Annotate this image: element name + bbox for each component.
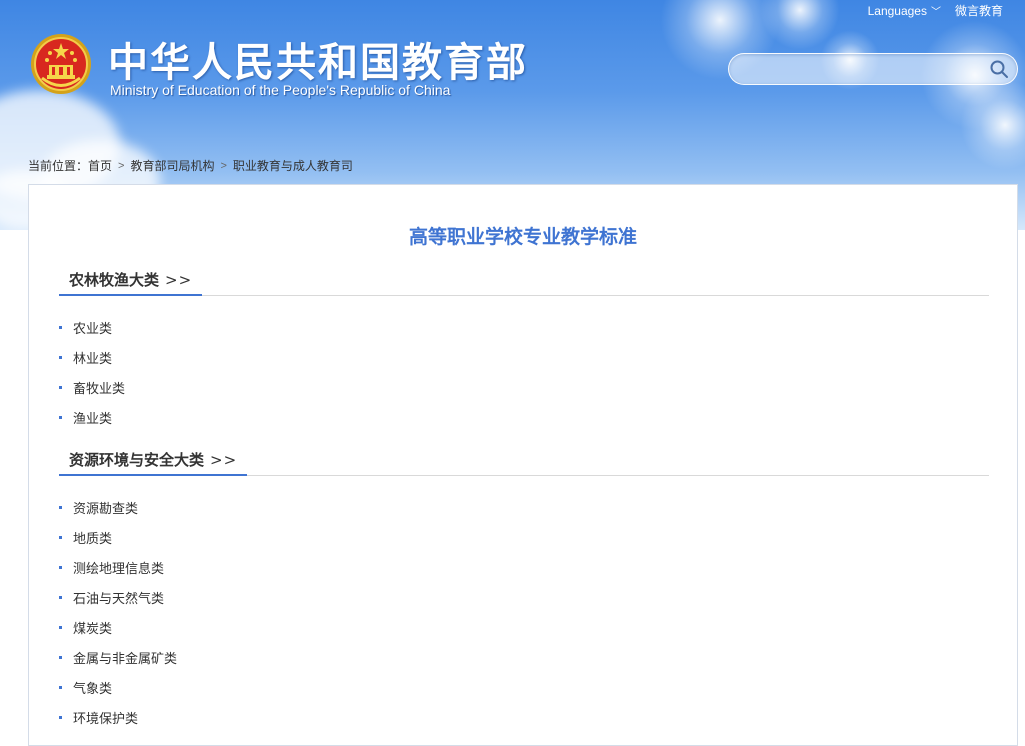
category-link[interactable]: 测绘地理信息类 — [73, 561, 164, 576]
languages-link[interactable]: Languages ﹀ — [868, 3, 941, 18]
list-item: 农业类 — [59, 314, 989, 344]
list-item: 石油与天然气类 — [59, 584, 989, 614]
search-input[interactable] — [741, 59, 985, 81]
section-resources-environment: 资源环境与安全大类 >> 资源勘查类 地质类 测绘地理信息类 石油与天然气类 煤炭… — [59, 449, 989, 734]
bullet-icon — [59, 536, 62, 539]
section-title: 资源环境与安全大类 — [69, 451, 205, 469]
breadcrumb-vocational-education[interactable]: 职业教育与成人教育司 — [233, 157, 353, 174]
category-link[interactable]: 环境保护类 — [73, 711, 138, 726]
bullet-icon — [59, 356, 62, 359]
top-links: Languages ﹀ 微言教育 — [868, 2, 1003, 19]
breadcrumb-prefix: 当前位置： — [28, 159, 89, 173]
breadcrumb-ministry-departments[interactable]: 教育部司局机构 — [130, 157, 214, 174]
chevron-right-icon: > — [118, 159, 125, 172]
section-title-link[interactable]: 农林牧渔大类 >> — [59, 269, 203, 296]
search-box — [728, 53, 1018, 85]
bullet-icon — [59, 566, 62, 569]
search-icon[interactable] — [989, 59, 1009, 79]
section-header: 农林牧渔大类 >> — [59, 269, 989, 296]
bullet-icon — [59, 386, 62, 389]
category-link[interactable]: 石油与天然气类 — [73, 591, 164, 606]
national-emblem-icon — [31, 34, 91, 94]
list-item: 气象类 — [59, 674, 989, 704]
bullet-icon — [59, 626, 62, 629]
category-link[interactable]: 气象类 — [73, 681, 112, 696]
breadcrumb: 当前位置： 首页 > 教育部司局机构 > 职业教育与成人教育司 — [28, 157, 353, 174]
section-agriculture: 农林牧渔大类 >> 农业类 林业类 畜牧业类 渔业类 — [59, 269, 989, 434]
bullet-icon — [59, 686, 62, 689]
list-item: 渔业类 — [59, 404, 989, 434]
section-arrows: >> — [165, 271, 193, 289]
bullet-icon — [59, 716, 62, 719]
list-item: 地质类 — [59, 524, 989, 554]
list-item: 金属与非金属矿类 — [59, 644, 989, 674]
weibo-link[interactable]: 微言教育 — [955, 2, 1003, 19]
category-list: 资源勘查类 地质类 测绘地理信息类 石油与天然气类 煤炭类 金属与非金属矿类 气… — [59, 494, 989, 734]
section-arrows: >> — [210, 451, 238, 469]
bullet-icon — [59, 506, 62, 509]
section-header: 资源环境与安全大类 >> — [59, 449, 989, 476]
breadcrumb-home[interactable]: 首页 — [88, 157, 112, 174]
list-item: 林业类 — [59, 344, 989, 374]
chevron-right-icon: > — [220, 159, 227, 172]
chevron-down-icon: ﹀ — [930, 7, 941, 18]
site-subtitle: Ministry of Education of the People's Re… — [110, 82, 451, 98]
category-link[interactable]: 地质类 — [73, 531, 112, 546]
section-title: 农林牧渔大类 — [69, 271, 160, 289]
category-link[interactable]: 林业类 — [73, 351, 112, 366]
list-item: 煤炭类 — [59, 614, 989, 644]
list-item: 资源勘查类 — [59, 494, 989, 524]
category-link[interactable]: 金属与非金属矿类 — [73, 651, 177, 666]
section-title-link[interactable]: 资源环境与安全大类 >> — [59, 449, 248, 476]
bullet-icon — [59, 326, 62, 329]
list-item: 畜牧业类 — [59, 374, 989, 404]
bullet-icon — [59, 596, 62, 599]
category-link[interactable]: 畜牧业类 — [73, 381, 125, 396]
languages-label: Languages — [867, 4, 927, 18]
list-item: 测绘地理信息类 — [59, 554, 989, 584]
category-list: 农业类 林业类 畜牧业类 渔业类 — [59, 314, 989, 434]
bullet-icon — [59, 656, 62, 659]
bullet-icon — [59, 416, 62, 419]
category-link[interactable]: 农业类 — [73, 321, 112, 336]
category-link[interactable]: 资源勘查类 — [73, 501, 138, 516]
site-title: 中华人民共和国教育部 — [108, 40, 528, 86]
category-link[interactable]: 渔业类 — [73, 411, 112, 426]
category-link[interactable]: 煤炭类 — [73, 621, 112, 636]
page-title: 高等职业学校专业教学标准 — [408, 226, 637, 248]
main-content: 高等职业学校专业教学标准 农林牧渔大类 >> 农业类 林业类 畜牧业类 渔业类 资… — [28, 184, 1018, 746]
